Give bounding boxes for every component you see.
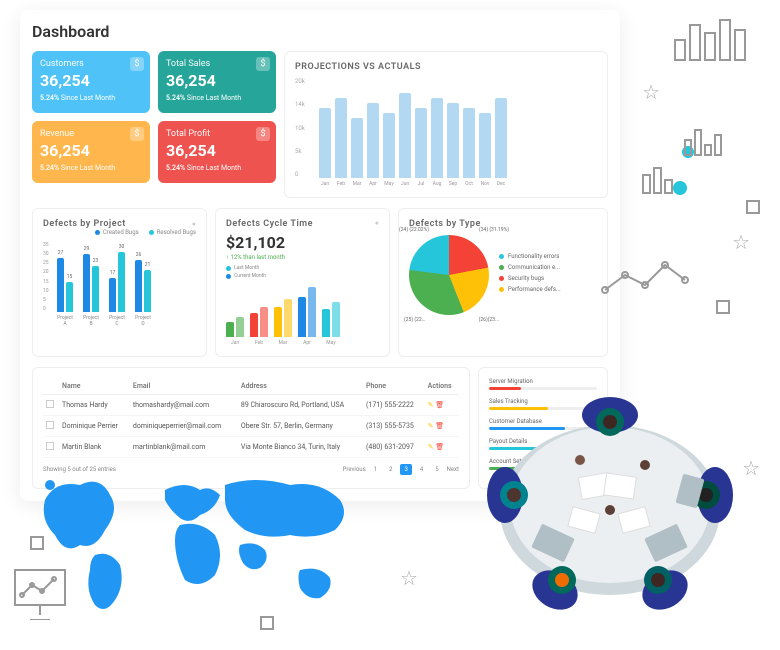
kpi-label: Customers [40, 59, 142, 69]
edit-icon[interactable]: ✎ [428, 422, 434, 430]
kpi-revenue[interactable]: $ Revenue 36,254 5.24% Since Last Month [32, 121, 150, 183]
defects-chart: 35302520151050 2715292317302621 [43, 242, 196, 312]
checkbox[interactable] [46, 421, 54, 429]
pie-chart [409, 235, 489, 315]
table-row[interactable]: Martin Blankmartinblank@mail.comVia Mont… [43, 437, 459, 458]
card-title: PROJECTIONS VS ACTUALS [295, 62, 597, 72]
world-map [25, 460, 365, 630]
data-table: NameEmailAddressPhoneActions Thomas Hard… [43, 378, 459, 458]
info-icon[interactable]: ● [375, 219, 379, 229]
projections-chart: 20k14k10k5k0 [295, 78, 597, 178]
pie-legend: Functionality errorsCommunication e...Se… [499, 253, 561, 297]
checkbox[interactable] [46, 400, 54, 408]
delete-icon[interactable]: 🗑 [435, 443, 444, 451]
page-number[interactable]: 2 [385, 464, 396, 475]
table-row[interactable]: Dominique Perrierdominiqueperrier@mail.c… [43, 416, 459, 437]
page-number[interactable]: 3 [400, 464, 411, 475]
table-row[interactable]: Thomas Hardythomashardy@mail.com89 Chiar… [43, 395, 459, 416]
info-icon[interactable]: ● [192, 220, 196, 228]
defects-by-project-card: Defects by Project ● Created Bugs Resolv… [32, 208, 207, 357]
delete-icon[interactable]: 🗑 [435, 401, 444, 409]
line-chart-icon [600, 250, 700, 300]
kpi-value: 36,254 [40, 71, 142, 90]
delete-icon[interactable]: 🗑 [435, 422, 444, 430]
page-number[interactable]: 5 [431, 464, 442, 475]
kpi-sales[interactable]: $ Total Sales 36,254 5.24% Since Last Mo… [158, 51, 276, 113]
bar-chart-icon [670, 15, 750, 65]
star-icon: ☆ [642, 80, 660, 104]
kpi-profit[interactable]: $ Total Profit 36,254 5.24% Since Last M… [158, 121, 276, 183]
defects-by-type-card: Defects by Type (24) (22.02%)(34) (31.19… [398, 208, 608, 357]
cycle-value: $21,102 [226, 233, 379, 252]
meeting-illustration [470, 360, 750, 620]
cycle-chart [226, 283, 379, 337]
page-number[interactable]: 4 [416, 464, 427, 475]
kpi-customers[interactable]: $ Customers 36,254 5.24% Since Last Mont… [32, 51, 150, 113]
edit-icon[interactable]: ✎ [428, 443, 434, 451]
mid-row: Defects by Project ● Created Bugs Resolv… [32, 208, 608, 357]
square-icon [746, 200, 760, 214]
square-icon [716, 300, 730, 314]
legend: Created Bugs Resolved Bugs [43, 229, 196, 236]
next-button[interactable]: Next [447, 466, 459, 473]
star-icon: ☆ [400, 566, 418, 590]
page-title: Dashboard [32, 22, 608, 41]
cycle-time-card: Defects Cycle Time● $21,102 ↑ 12% than l… [215, 208, 390, 357]
star-icon: ☆ [732, 230, 750, 254]
bar-chart-icon [640, 160, 690, 195]
top-row: $ Customers 36,254 5.24% Since Last Mont… [32, 51, 608, 198]
projections-card: PROJECTIONS VS ACTUALS 20k14k10k5k0 JanF… [284, 51, 608, 198]
edit-icon[interactable]: ✎ [428, 401, 434, 409]
cycle-subtitle: ↑ 12% than last month [226, 254, 379, 261]
bar-chart-icon [680, 120, 740, 160]
page-number[interactable]: 1 [370, 464, 381, 475]
checkbox[interactable] [46, 442, 54, 450]
